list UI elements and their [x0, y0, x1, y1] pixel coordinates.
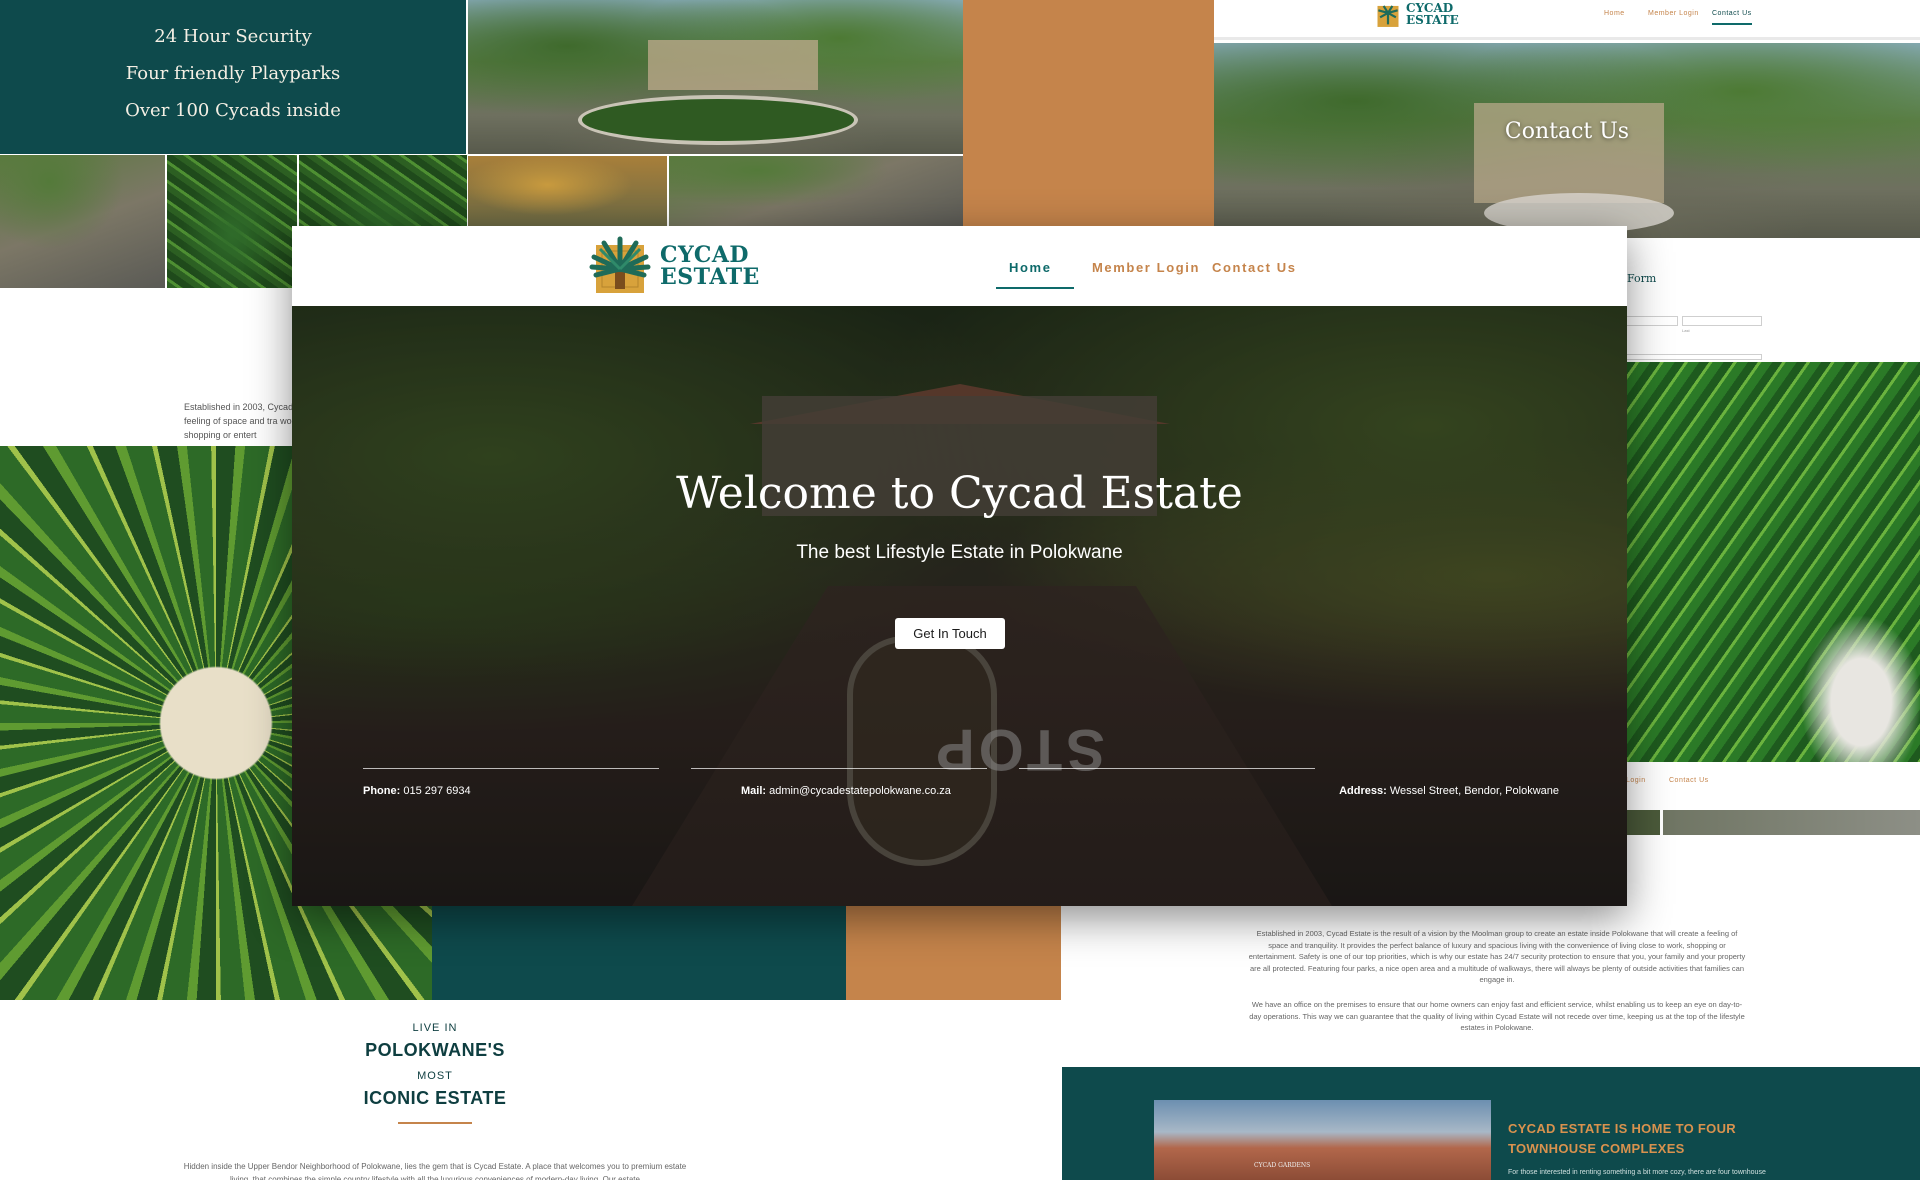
fountain-photo [468, 0, 963, 154]
active-nav-underline [996, 287, 1074, 289]
contact-nav-member-login[interactable]: Member Login [1648, 10, 1699, 17]
road-photo [0, 155, 165, 288]
live-in-line2: POLOKWANE'S [365, 1040, 505, 1060]
townhouse-photo: CYCAD GARDENS [1154, 1100, 1491, 1180]
photo-strip [1626, 810, 1920, 835]
live-in-line4: ICONIC ESTATE [363, 1088, 507, 1108]
contact-form-fragment: Form Last [1626, 242, 1920, 362]
townhouse-sign: CYCAD GARDENS [1254, 1162, 1311, 1169]
divider-line [1019, 768, 1315, 769]
divider-line [363, 768, 659, 769]
address-label: Address: [1339, 785, 1387, 797]
contact-nav-home[interactable]: Home [1604, 10, 1625, 17]
mail-label: Mail: [741, 785, 767, 797]
nav-contact[interactable]: Contact Us [1669, 777, 1709, 784]
address-value: Wessel Street, Bendor, Polokwane [1389, 785, 1559, 797]
get-in-touch-button[interactable]: Get In Touch [895, 618, 1005, 649]
last-name-field[interactable] [1682, 316, 1762, 326]
contact-page-screenshot: CYCAD ESTATE Home Member Login Contact U… [1214, 0, 1920, 240]
autumn-trees-photo [468, 156, 667, 228]
cycad-logo-icon [1377, 5, 1399, 27]
form-title: Form [1627, 272, 1657, 285]
main-navbar: CYCAD ESTATE Home Member Login Contact U… [292, 226, 1627, 306]
nav-login[interactable]: Login [1626, 777, 1646, 784]
address-info: Address: Wessel Street, Bendor, Polokwan… [1339, 785, 1559, 797]
mail-value[interactable]: admin@cycadestatepolokwane.co.za [769, 785, 951, 797]
contact-nav-contact[interactable]: Contact Us [1712, 10, 1752, 25]
about-paragraph-2: We have an office on the premises to ens… [1249, 1000, 1745, 1032]
street-photo [669, 156, 963, 228]
teal-block [432, 900, 870, 1000]
phone-label: Phone: [363, 785, 401, 797]
bottom-navbar-fragment: Login Contact Us [1626, 762, 1920, 810]
townhouse-subtext: For those interested in renting somethin… [1508, 1169, 1766, 1176]
about-snippet: Established in 2003, Cycad feeling of sp… [0, 290, 300, 445]
hero-overlay [292, 306, 1627, 906]
live-in-paragraph: Hidden inside the Upper Bendor Neighborh… [183, 1162, 687, 1180]
first-name-field[interactable] [1626, 316, 1678, 326]
nav-member-login[interactable]: Member Login [1092, 260, 1200, 275]
phone-info: Phone: 015 297 6934 [363, 785, 471, 797]
contact-hero-title: Contact Us [1504, 119, 1630, 144]
divider-line [691, 768, 987, 769]
palm-photo [167, 155, 297, 288]
about-snippet-text: Established in 2003, Cycad feeling of sp… [184, 402, 300, 440]
feature-line: 24 Hour Security [154, 26, 312, 47]
orange-block [846, 900, 1061, 1000]
hero-section: STOP Welcome to Cycad Estate The best Li… [292, 306, 1627, 906]
feature-line: Four friendly Playparks [125, 63, 341, 84]
email-field[interactable] [1626, 354, 1762, 360]
features-panel: 24 Hour Security Four friendly Playparks… [0, 0, 466, 154]
fern-photo [1626, 362, 1920, 762]
contact-hero: Contact Us [1214, 43, 1920, 238]
brand-line1: CYCAD [660, 242, 749, 268]
contact-navbar: CYCAD ESTATE Home Member Login Contact U… [1214, 0, 1920, 40]
mail-info: Mail: admin@cycadestatepolokwane.co.za [741, 785, 951, 797]
live-in-section: LIVE IN POLOKWANE'S MOST ICONIC ESTATE H… [0, 1000, 870, 1180]
live-in-line3: MOST [417, 1070, 453, 1082]
divider [398, 1122, 472, 1124]
brand-line2: ESTATE [660, 264, 760, 290]
nav-home[interactable]: Home [1009, 260, 1052, 275]
townhouse-heading: CYCAD ESTATE IS HOME TO FOUR TOWNHOUSE C… [1508, 1121, 1736, 1156]
contact-logo-text: CYCAD ESTATE [1406, 1, 1459, 27]
feature-line: Over 100 Cycads inside [125, 100, 341, 121]
hero-title: Welcome to Cycad Estate [676, 468, 1243, 519]
orange-band [963, 0, 1215, 230]
phone-value[interactable]: 015 297 6934 [403, 785, 470, 797]
homepage-screenshot: CYCAD ESTATE Home Member Login Contact U… [292, 226, 1627, 906]
townhouse-section: CYCAD GARDENS CYCAD ESTATE IS HOME TO FO… [1062, 1067, 1920, 1180]
cycad-logo-icon[interactable] [588, 235, 652, 297]
about-paragraph-1: Established in 2003, Cycad Estate is the… [1248, 929, 1746, 984]
hero-subtitle: The best Lifestyle Estate in Polokwane [796, 542, 1123, 563]
field-hint: Last [1682, 328, 1690, 333]
brand-name[interactable]: CYCAD ESTATE [660, 244, 760, 288]
live-in-line1: LIVE IN [412, 1022, 458, 1034]
nav-contact-us[interactable]: Contact Us [1212, 260, 1297, 275]
